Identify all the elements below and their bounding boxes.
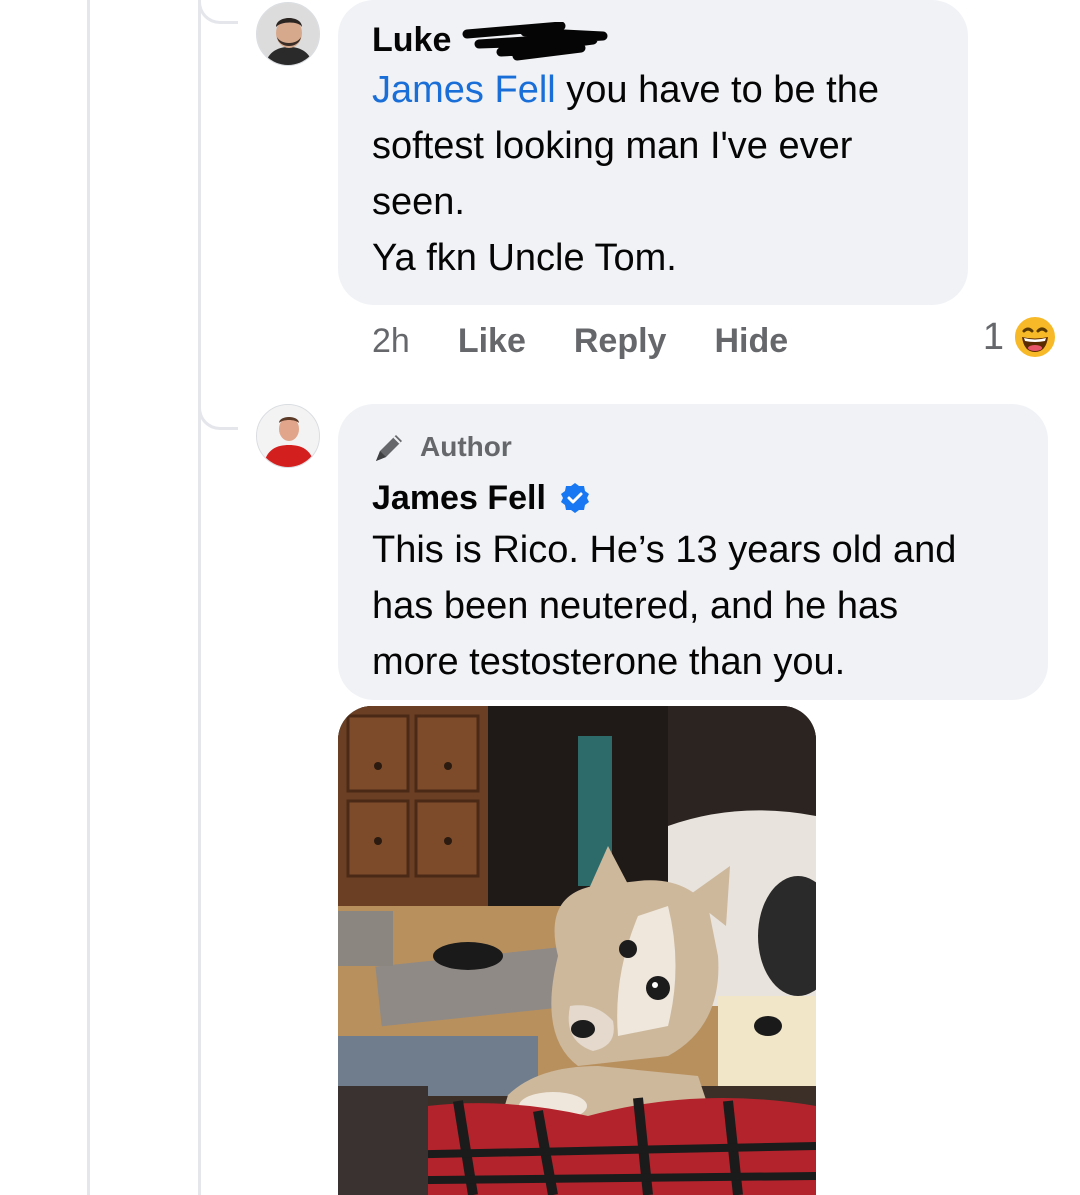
verified-badge-icon xyxy=(560,483,589,513)
reply-button[interactable]: Reply xyxy=(574,322,667,361)
thread-connector xyxy=(198,400,238,430)
thread-line-inner xyxy=(198,0,201,1195)
comment-author-name[interactable]: Luke xyxy=(372,18,934,62)
dog-photo-image xyxy=(338,706,816,1195)
comment-bubble-james: Author James Fell This is Rico. He’s 13 … xyxy=(338,404,1048,700)
comment-body: This is Rico. He’s 13 years old and has … xyxy=(372,522,1014,690)
comment-photo-attachment[interactable] xyxy=(338,706,816,1195)
avatar-james-image xyxy=(257,405,319,467)
avatar-james-fell[interactable] xyxy=(256,404,320,468)
thread-line-outer xyxy=(87,0,90,1195)
comment-bubble-luke: Luke James Fell you have to be the softe… xyxy=(338,0,968,305)
mention-link[interactable]: James Fell xyxy=(372,69,556,111)
author-name-text: Luke xyxy=(372,21,452,59)
comment-thread: Luke James Fell you have to be the softe… xyxy=(0,0,1080,1195)
author-badge: Author xyxy=(372,422,1014,472)
hide-button[interactable]: Hide xyxy=(714,322,788,361)
thread-connector xyxy=(198,0,238,24)
comment-author-name[interactable]: James Fell xyxy=(372,476,546,520)
comment-text-line: has been neutered, and he has xyxy=(372,585,899,627)
redaction-scribble xyxy=(462,22,608,61)
pen-icon xyxy=(376,435,402,461)
comment-timestamp[interactable]: 2h xyxy=(372,322,410,361)
like-button[interactable]: Like xyxy=(458,322,526,361)
author-badge-label: Author xyxy=(420,431,512,462)
comment-text-line: more testosterone than you. xyxy=(372,641,846,683)
comment-actions: 2h Like Reply Hide xyxy=(372,318,788,364)
comment-text-line: softest looking man I've ever xyxy=(372,125,853,168)
laughing-emoji-icon xyxy=(1013,315,1057,359)
comment-text-line: Ya fkn Uncle Tom. xyxy=(372,237,677,280)
comment-text-line: you have to be the xyxy=(555,69,879,112)
comment-author-row: James Fell xyxy=(372,474,1014,522)
avatar-luke-image xyxy=(257,3,319,65)
comment-body: James Fell you have to be the softest lo… xyxy=(372,62,934,286)
reaction-summary[interactable]: 1 xyxy=(983,314,1058,360)
avatar-luke[interactable] xyxy=(256,2,320,66)
comment-text-line: This is Rico. He’s 13 years old and xyxy=(372,529,957,571)
comment-text-line: seen. xyxy=(372,181,465,224)
reaction-count: 1 xyxy=(982,315,1004,358)
